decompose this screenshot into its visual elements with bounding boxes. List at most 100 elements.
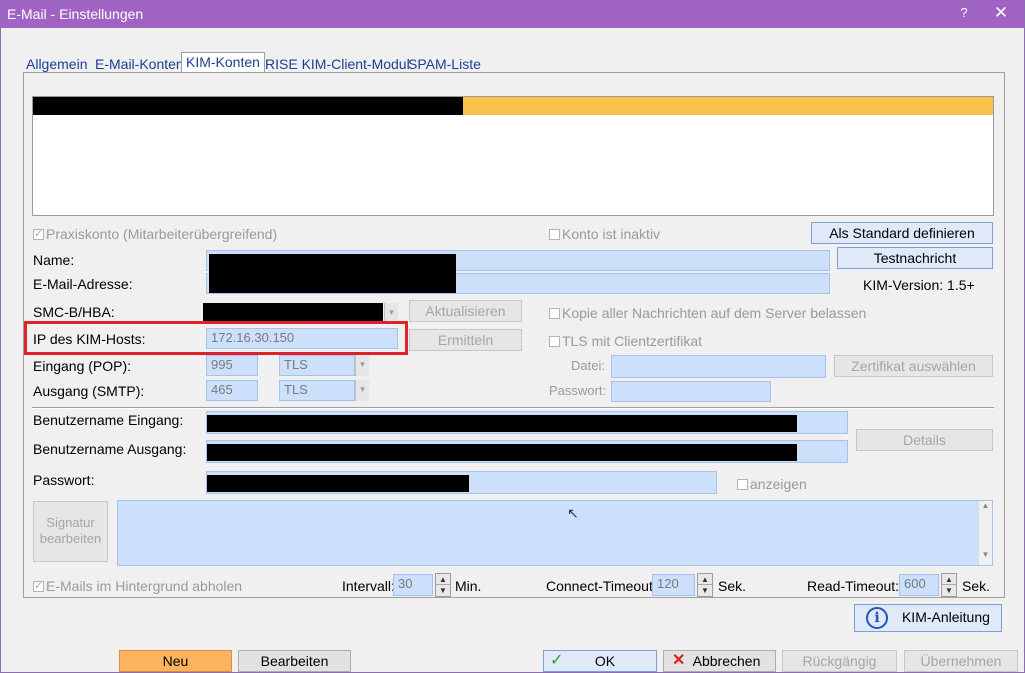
- ermitteln-button[interactable]: Ermitteln: [409, 329, 522, 351]
- konto-inaktiv-label: Konto ist inaktiv: [562, 226, 661, 242]
- als-standard-button[interactable]: Als Standard definieren: [811, 222, 993, 244]
- title-bar: E-Mail - Einstellungen ? ✕: [1, 1, 1024, 28]
- uebernehmen-button[interactable]: Übernehmen: [904, 650, 1018, 672]
- connect-spinner[interactable]: ▲ ▼: [697, 573, 713, 597]
- sek2-label: Sek.: [962, 578, 991, 594]
- rueckgaengig-button[interactable]: Rückgängig: [782, 650, 897, 672]
- eingang-sec-select[interactable]: TLS: [279, 355, 355, 376]
- mouse-cursor-icon: ↖: [567, 505, 579, 521]
- kim-anleitung-button[interactable]: i KIM-Anleitung: [854, 604, 1002, 632]
- selected-account-highlight[interactable]: [463, 97, 993, 115]
- smc-label: SMC-B/HBA:: [33, 304, 115, 320]
- redacted-benutzer-eingang: [207, 415, 797, 432]
- bearbeiten-button[interactable]: Bearbeiten: [238, 650, 351, 672]
- checkbox-icon: [549, 308, 560, 319]
- chevron-down-icon[interactable]: ▾: [384, 303, 398, 323]
- min-label: Min.: [455, 578, 482, 594]
- close-button[interactable]: ✕: [991, 3, 1011, 23]
- checkbox-icon: [737, 479, 748, 490]
- checkbox-icon: [33, 579, 44, 592]
- ausgang-port-input[interactable]: 465: [206, 380, 258, 401]
- spin-down-icon[interactable]: ▼: [698, 585, 712, 596]
- abbrechen-button[interactable]: ✕ Abbrechen: [663, 650, 776, 672]
- eingang-port-input[interactable]: 995: [206, 355, 258, 376]
- close-icon: ✕: [672, 652, 686, 669]
- spin-down-icon[interactable]: ▼: [942, 585, 956, 596]
- kim-anleitung-label: KIM-Anleitung: [901, 609, 990, 625]
- hintergrund-label: E-Mails im Hintergrund abholen: [46, 578, 243, 594]
- ausgang-sec-select[interactable]: TLS: [279, 380, 355, 401]
- scroll-down-icon[interactable]: ▼: [979, 550, 992, 559]
- smc-select[interactable]: [203, 303, 383, 323]
- email-settings-window: E-Mail - Einstellungen ? ✕ Allgemein E-M…: [0, 0, 1025, 673]
- intervall-input[interactable]: 30: [393, 574, 433, 596]
- redacted-benutzer-ausgang: [207, 444, 797, 461]
- help-button[interactable]: ?: [956, 5, 972, 20]
- benutzer-ausgang-label: Benutzername Ausgang:: [33, 441, 187, 457]
- hintergrund-checkbox[interactable]: E-Mails im Hintergrund abholen: [33, 578, 242, 594]
- testnachricht-button[interactable]: Testnachricht: [837, 247, 993, 269]
- redacted-account-row[interactable]: [33, 97, 463, 115]
- praxiskonto-label: Praxiskonto (Mitarbeiterübergreifend): [46, 226, 278, 242]
- ok-button[interactable]: ✓ OK: [543, 650, 657, 672]
- konto-inaktiv-checkbox[interactable]: Konto ist inaktiv: [549, 226, 660, 242]
- connect-label: Connect-Timeout:: [546, 578, 657, 594]
- spin-up-icon[interactable]: ▲: [698, 574, 712, 585]
- spin-down-icon[interactable]: ▼: [436, 585, 450, 596]
- ip-label: IP des KIM-Hosts:: [33, 331, 146, 347]
- chevron-down-icon[interactable]: ▾: [355, 355, 369, 376]
- praxiskonto-checkbox[interactable]: Praxiskonto (Mitarbeiterübergreifend): [33, 226, 277, 242]
- signatur-scrollbar[interactable]: ▲ ▼: [978, 501, 992, 565]
- window-title: E-Mail - Einstellungen: [7, 6, 144, 22]
- kim-version-text: KIM-Version: 1.5+: [863, 277, 975, 293]
- signatur-textarea[interactable]: [117, 500, 993, 566]
- checkmark-icon: ✓: [550, 652, 564, 669]
- checkbox-icon: [549, 336, 560, 347]
- checkbox-icon: [549, 229, 560, 240]
- datei-label: Datei:: [571, 358, 605, 373]
- passwort2-label: Passwort:: [549, 383, 607, 398]
- neu-button[interactable]: Neu: [119, 650, 232, 672]
- intervall-label: Intervall:: [342, 578, 395, 594]
- abbrechen-label: Abbrechen: [692, 653, 761, 669]
- zertifikat-button[interactable]: Zertifikat auswählen: [834, 355, 993, 377]
- kopie-label: Kopie aller Nachrichten auf dem Server b…: [562, 305, 867, 321]
- tab-allgemein[interactable]: Allgemein: [24, 55, 89, 73]
- email-label: E-Mail-Adresse:: [33, 276, 133, 292]
- scroll-up-icon[interactable]: ▲: [979, 501, 992, 510]
- kopie-checkbox[interactable]: Kopie aller Nachrichten auf dem Server b…: [549, 305, 866, 321]
- ok-label: OK: [594, 653, 616, 669]
- tab-email-konten[interactable]: E-Mail-Konten: [93, 55, 186, 73]
- zertifikat-passwort-input[interactable]: [611, 381, 771, 402]
- datei-input[interactable]: [611, 355, 826, 378]
- tab-spam-liste[interactable]: SPAM-Liste: [406, 55, 483, 73]
- info-icon: i: [866, 607, 889, 630]
- redacted-passwort: [207, 475, 469, 492]
- anzeigen-label: anzeigen: [750, 476, 807, 492]
- checkbox-icon: [33, 227, 44, 240]
- ausgang-label: Ausgang (SMTP):: [33, 383, 145, 399]
- section-divider: [32, 407, 994, 409]
- tls-client-label: TLS mit Clientzertifikat: [562, 333, 703, 349]
- signatur-button[interactable]: Signatur bearbeiten: [33, 501, 108, 562]
- spin-up-icon[interactable]: ▲: [942, 574, 956, 585]
- ip-input[interactable]: 172.16.30.150: [206, 328, 398, 349]
- read-spinner[interactable]: ▲ ▼: [941, 573, 957, 597]
- eingang-label: Eingang (POP):: [33, 358, 132, 374]
- tls-client-checkbox[interactable]: TLS mit Clientzertifikat: [549, 333, 702, 349]
- tab-kim-konten[interactable]: KIM-Konten: [181, 52, 265, 74]
- read-input[interactable]: 600: [899, 574, 939, 596]
- passwort-label: Passwort:: [33, 472, 95, 488]
- spin-up-icon[interactable]: ▲: [436, 574, 450, 585]
- tab-rise-kim-client[interactable]: RISE KIM-Client-Modul: [263, 55, 412, 73]
- intervall-spinner[interactable]: ▲ ▼: [435, 573, 451, 597]
- name-label: Name:: [33, 252, 75, 268]
- connect-input[interactable]: 120: [652, 574, 695, 596]
- benutzer-eingang-label: Benutzername Eingang:: [33, 412, 184, 428]
- aktualisieren-button[interactable]: Aktualisieren: [409, 300, 522, 322]
- redacted-name-email: [209, 254, 456, 293]
- read-label: Read-Timeout:: [807, 578, 900, 594]
- anzeigen-checkbox[interactable]: anzeigen: [737, 476, 807, 492]
- details-button[interactable]: Details: [856, 429, 993, 451]
- chevron-down-icon[interactable]: ▾: [355, 380, 369, 401]
